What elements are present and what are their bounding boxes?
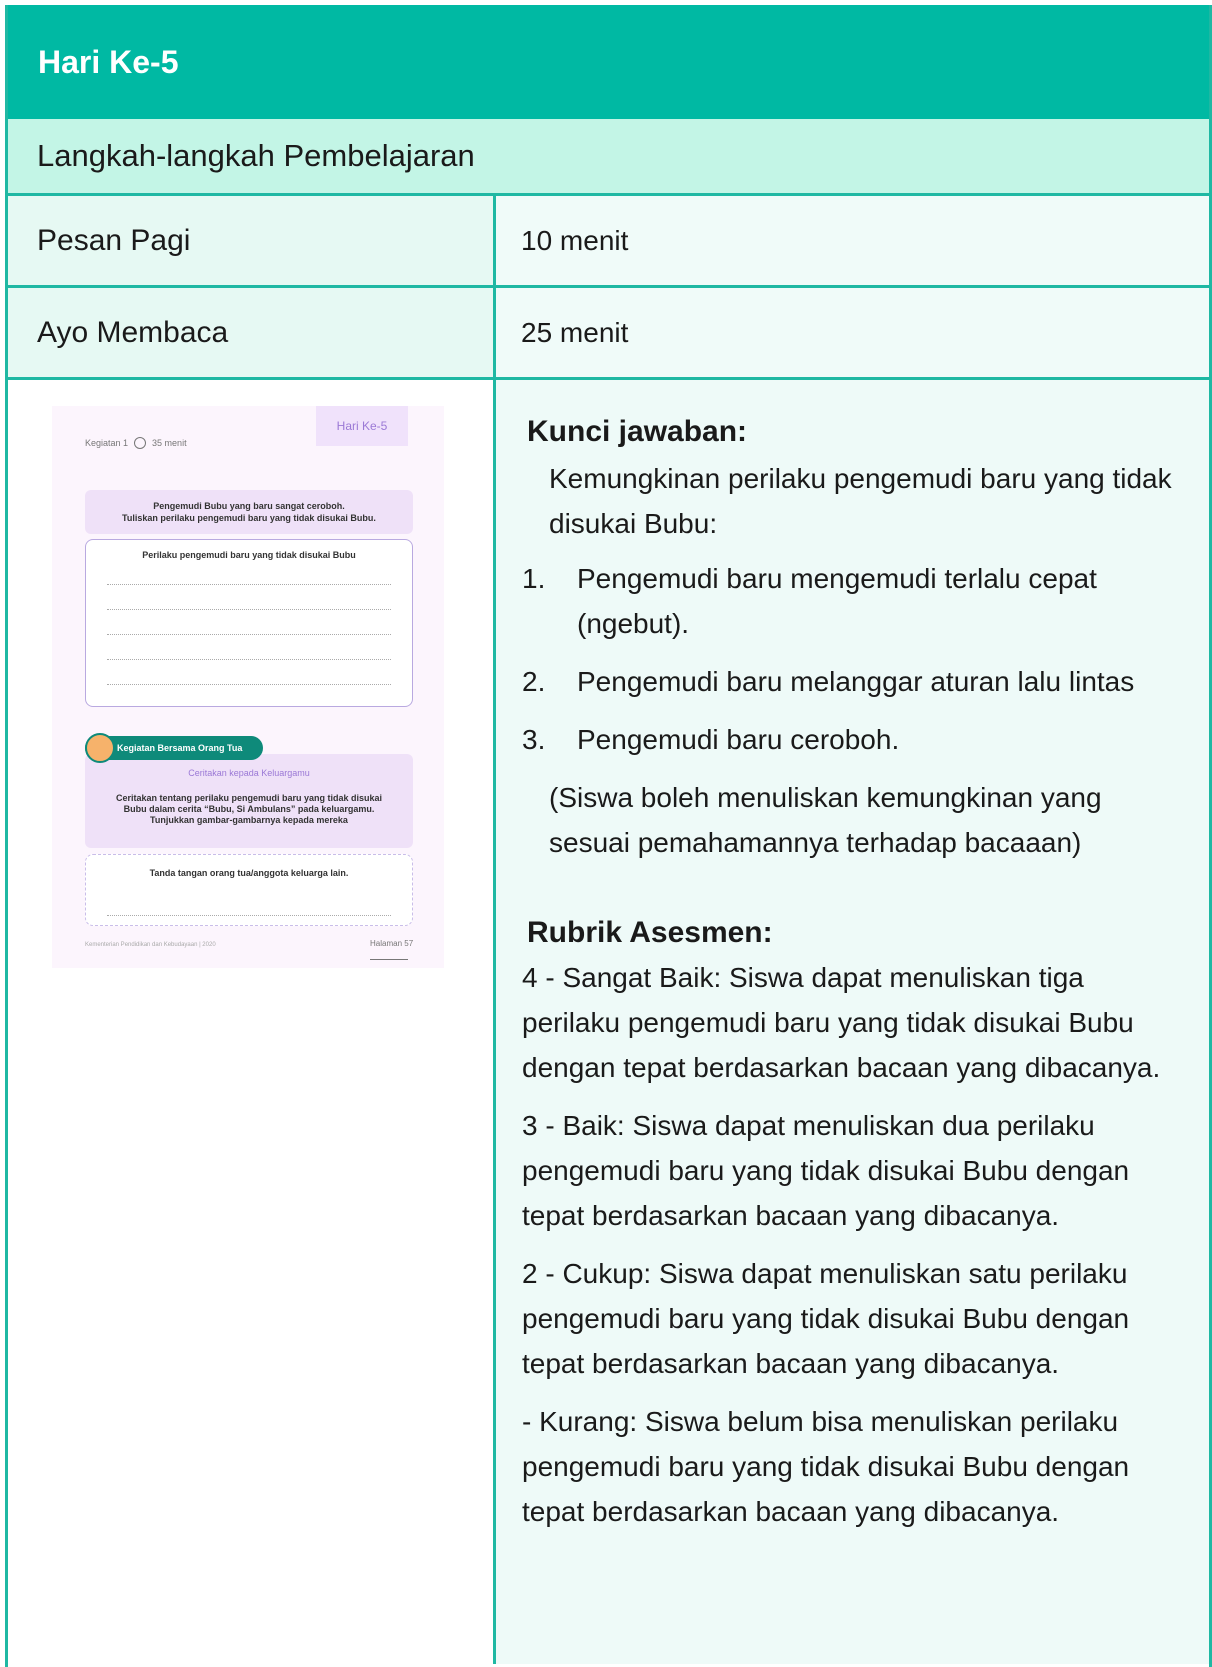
worksheet-instruction: Pengemudi Bubu yang baru sangat ceroboh.… (85, 490, 413, 534)
family-icon (85, 733, 115, 763)
answer-key-heading: Kunci jawaban: (527, 415, 748, 448)
table-row: Ayo Membaca 25 menit (8, 288, 1209, 380)
dotted-line (107, 598, 391, 610)
worksheet-family-line: Bubu dalam cerita “Bubu, Si Ambulans” pa… (123, 804, 375, 814)
list-item-text: Pengemudi baru ceroboh. (577, 724, 900, 755)
list-item: 1. Pengemudi baru mengemudi terlalu cepa… (522, 556, 1189, 646)
worksheet-signature-label: Tanda tangan orang tua/anggota keluarga … (149, 868, 349, 878)
worksheet-family-title: Ceritakan kepada Keluargamu (188, 768, 310, 778)
worksheet-family-line: Ceritakan tentang perilaku pengemudi bar… (115, 793, 383, 803)
list-item-text: Pengemudi baru melanggar aturan lalu lin… (577, 666, 1135, 697)
lesson-table: Hari Ke-5 Langkah-langkah Pembelajaran P… (5, 5, 1212, 1667)
content-row: Hari Ke-5 Kegiatan 1 35 menit Pengemudi … (8, 380, 1209, 1664)
dotted-line (107, 648, 391, 660)
worksheet-thumbnail: Hari Ke-5 Kegiatan 1 35 menit Pengemudi … (52, 406, 444, 968)
rubric-heading: Rubrik Asesmen: (527, 916, 773, 949)
answer-key-list: 1. Pengemudi baru mengemudi terlalu cepa… (522, 556, 1189, 762)
answer-cell: Kunci jawaban: Kemungkinan perilaku peng… (496, 380, 1209, 1664)
worksheet-page-number: Halaman 57 (370, 939, 414, 948)
worksheet-answer-title: Perilaku pengemudi baru yang tidak disuk… (142, 550, 356, 560)
activity-duration: 25 menit (521, 316, 629, 348)
worksheet-family-box: Ceritakan kepada Keluargamu Ceritakan te… (85, 754, 413, 848)
list-item-text: Pengemudi baru mengemudi terlalu cepat (… (577, 563, 1097, 639)
list-item: 3. Pengemudi baru ceroboh. (522, 717, 1189, 762)
activity-name: Ayo Membaca (37, 315, 229, 349)
rubric-level: - Kurang: Siswa belum bisa menuliskan pe… (522, 1406, 1130, 1527)
rubric-level: 4 - Sangat Baik: Siswa dapat menuliskan … (522, 962, 1161, 1083)
worksheet-activity-label: Kegiatan 1 (85, 438, 129, 448)
list-item: 2. Pengemudi baru melanggar aturan lalu … (522, 659, 1189, 704)
activity-name-cell: Pesan Pagi (8, 196, 496, 285)
day-title: Hari Ke-5 (38, 43, 179, 80)
list-item-number: 3. (522, 724, 546, 755)
activity-duration: 10 menit (521, 224, 629, 256)
worksheet-footer-rule (370, 959, 408, 960)
activity-name: Pesan Pagi (37, 223, 191, 257)
worksheet-instruction-line: Tuliskan perilaku pengemudi baru yang ti… (122, 513, 376, 523)
section-title: Langkah-langkah Pembelajaran (37, 138, 475, 173)
worksheet-answer-box: Perilaku pengemudi baru yang tidak disuk… (85, 539, 413, 707)
worksheet-cell: Hari Ke-5 Kegiatan 1 35 menit Pengemudi … (8, 380, 496, 1664)
answer-key-note: (Siswa boleh menuliskan kemungkinan yang… (549, 782, 1102, 858)
clock-icon (134, 437, 147, 449)
table-header: Hari Ke-5 (8, 5, 1209, 119)
worksheet-family-line: Tunjukkan gambar-gambarnya kepada mereka (150, 815, 348, 825)
activity-duration-cell: 10 menit (496, 196, 1209, 285)
rubric-level: 2 - Cukup: Siswa dapat menuliskan satu p… (522, 1258, 1130, 1379)
list-item-number: 1. (522, 563, 546, 594)
dotted-line (107, 573, 391, 585)
dotted-line (107, 673, 391, 685)
dotted-line (107, 904, 391, 916)
table-row: Pesan Pagi 10 menit (8, 196, 1209, 288)
rubric-level: 3 - Baik: Siswa dapat menuliskan dua per… (522, 1110, 1130, 1231)
worksheet-duration: 35 menit (152, 438, 187, 448)
worksheet-footer-publisher: Kementerian Pendidikan dan Kebudayaan | … (85, 942, 216, 948)
list-item-number: 2. (522, 666, 546, 697)
activity-name-cell: Ayo Membaca (8, 288, 496, 377)
answer-key-intro: Kemungkinan perilaku pengemudi baru yang… (549, 463, 1172, 539)
worksheet-instruction-line: Pengemudi Bubu yang baru sangat ceroboh. (153, 501, 345, 511)
worksheet-signature-box: Tanda tangan orang tua/anggota keluarga … (85, 854, 413, 926)
activity-duration-cell: 25 menit (496, 288, 1209, 377)
worksheet-day-tag: Hari Ke-5 (316, 406, 408, 446)
worksheet-activity: Kegiatan 1 35 menit (85, 437, 187, 449)
worksheet-family-text: Ceritakan tentang perilaku pengemudi bar… (85, 793, 413, 826)
dotted-line (107, 623, 391, 635)
section-header: Langkah-langkah Pembelajaran (8, 119, 1209, 196)
